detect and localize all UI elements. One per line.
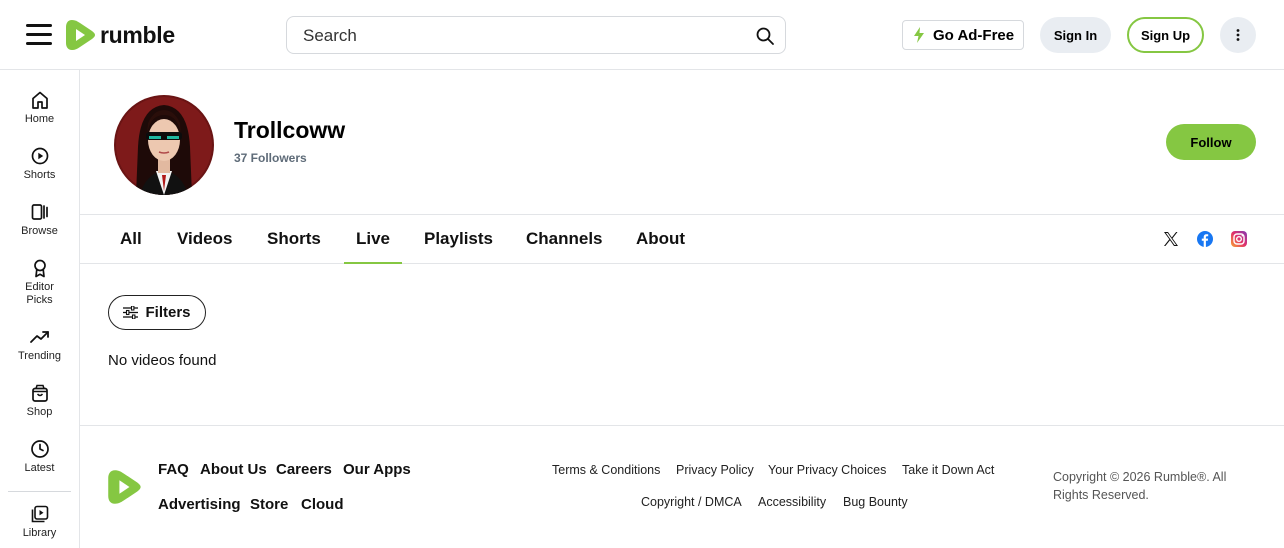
home-icon — [31, 91, 48, 109]
channel-tabs: All Videos Shorts Live Playlists Channel… — [80, 214, 1284, 264]
sidebar-item-label: Library — [22, 527, 57, 539]
footer-link-faq[interactable]: FAQ — [158, 461, 189, 478]
rumble-logo-icon — [66, 20, 95, 50]
sidebar-item-browse[interactable]: Browse — [0, 202, 79, 238]
more-options-button[interactable] — [1220, 17, 1256, 53]
tab-live[interactable]: Live — [343, 215, 403, 264]
sidebar-item-label: Home — [24, 113, 55, 125]
empty-state-message: No videos found — [108, 352, 217, 369]
clock-icon — [30, 440, 49, 458]
search-input[interactable] — [303, 25, 743, 47]
sidebar-item-label: Shop — [26, 406, 53, 418]
sidebar-item-label: Editor Picks — [25, 281, 54, 306]
sidebar-item-editor-picks[interactable]: Editor Picks — [0, 258, 79, 307]
browse-icon — [31, 204, 48, 220]
sidebar-item-label: Latest — [24, 462, 55, 474]
go-ad-free-label: Go Ad-Free — [933, 26, 1015, 44]
channel-avatar[interactable] — [114, 95, 214, 195]
footer-link-our-apps[interactable]: Our Apps — [343, 461, 411, 478]
avatar-image — [114, 95, 214, 195]
sign-up-button[interactable]: Sign Up — [1127, 17, 1204, 53]
sliders-icon — [123, 306, 139, 319]
lightning-icon — [914, 27, 924, 43]
sidebar-item-trending[interactable]: Trending — [0, 327, 79, 363]
rumble-footer-logo-icon[interactable] — [108, 468, 142, 506]
sidebar-item-label: Shorts — [23, 169, 56, 181]
tab-channels[interactable]: Channels — [526, 215, 603, 263]
tab-shorts[interactable]: Shorts — [267, 215, 321, 263]
filters-label: Filters — [145, 304, 191, 321]
sidebar-item-shorts[interactable]: Shorts — [0, 146, 79, 182]
x-icon[interactable] — [1163, 231, 1179, 247]
sidebar-item-latest[interactable]: Latest — [0, 439, 79, 475]
channel-name: Trollcoww — [234, 117, 346, 143]
filters-button[interactable]: Filters — [108, 295, 206, 330]
sidebar-item-library[interactable]: Library — [0, 504, 79, 540]
sidebar-item-label: Browse — [21, 225, 58, 237]
tab-about[interactable]: About — [636, 215, 685, 263]
search-box[interactable] — [286, 16, 786, 54]
search-icon[interactable] — [755, 26, 775, 46]
go-ad-free-button[interactable]: Go Ad-Free — [902, 20, 1024, 50]
footer-link-privacy-choices[interactable]: Your Privacy Choices — [768, 463, 886, 477]
left-sidebar: Home Shorts Browse Editor Picks Trending… — [0, 70, 80, 548]
tab-videos[interactable]: Videos — [177, 215, 232, 263]
shorts-icon — [31, 147, 48, 165]
follow-button[interactable]: Follow — [1166, 124, 1256, 160]
facebook-icon[interactable] — [1197, 231, 1213, 247]
page-footer: FAQ About Us Careers Our Apps Advertisin… — [80, 425, 1284, 548]
tab-all[interactable]: All — [120, 215, 142, 263]
vertical-dots-icon — [1236, 29, 1240, 41]
footer-link-about-us[interactable]: About Us — [200, 461, 267, 478]
footer-link-accessibility[interactable]: Accessibility — [758, 495, 826, 509]
footer-link-bug-bounty[interactable]: Bug Bounty — [843, 495, 908, 509]
sign-in-button[interactable]: Sign In — [1040, 17, 1111, 53]
logo-wordmark: rumble — [100, 21, 175, 48]
tab-playlists[interactable]: Playlists — [424, 215, 493, 263]
sidebar-item-shop[interactable]: Shop — [0, 383, 79, 419]
footer-link-advertising[interactable]: Advertising — [158, 496, 241, 513]
footer-link-cloud[interactable]: Cloud — [301, 496, 344, 513]
library-icon — [31, 505, 48, 523]
footer-link-copyright-dmca[interactable]: Copyright / DMCA — [641, 495, 742, 509]
trending-icon — [29, 331, 49, 343]
sidebar-divider — [8, 491, 71, 492]
follower-count: 37 Followers — [234, 151, 307, 165]
hamburger-menu-icon[interactable] — [26, 24, 52, 46]
rumble-logo[interactable]: rumble — [66, 18, 175, 52]
shopping-bag-icon — [31, 384, 48, 402]
copyright-notice: Copyright © 2026 Rumble®. All Rights Res… — [1053, 470, 1227, 502]
footer-link-take-it-down[interactable]: Take it Down Act — [902, 463, 994, 477]
instagram-icon[interactable] — [1231, 231, 1247, 247]
ribbon-icon — [33, 259, 46, 278]
sidebar-item-home[interactable]: Home — [0, 90, 79, 126]
footer-link-store[interactable]: Store — [250, 496, 288, 513]
footer-link-terms[interactable]: Terms & Conditions — [552, 463, 660, 477]
top-header: rumble Go Ad-Free Sign In Sign Up — [0, 0, 1284, 70]
footer-link-careers[interactable]: Careers — [276, 461, 332, 478]
sidebar-item-label: Trending — [17, 350, 61, 362]
footer-link-privacy-policy[interactable]: Privacy Policy — [676, 463, 754, 477]
